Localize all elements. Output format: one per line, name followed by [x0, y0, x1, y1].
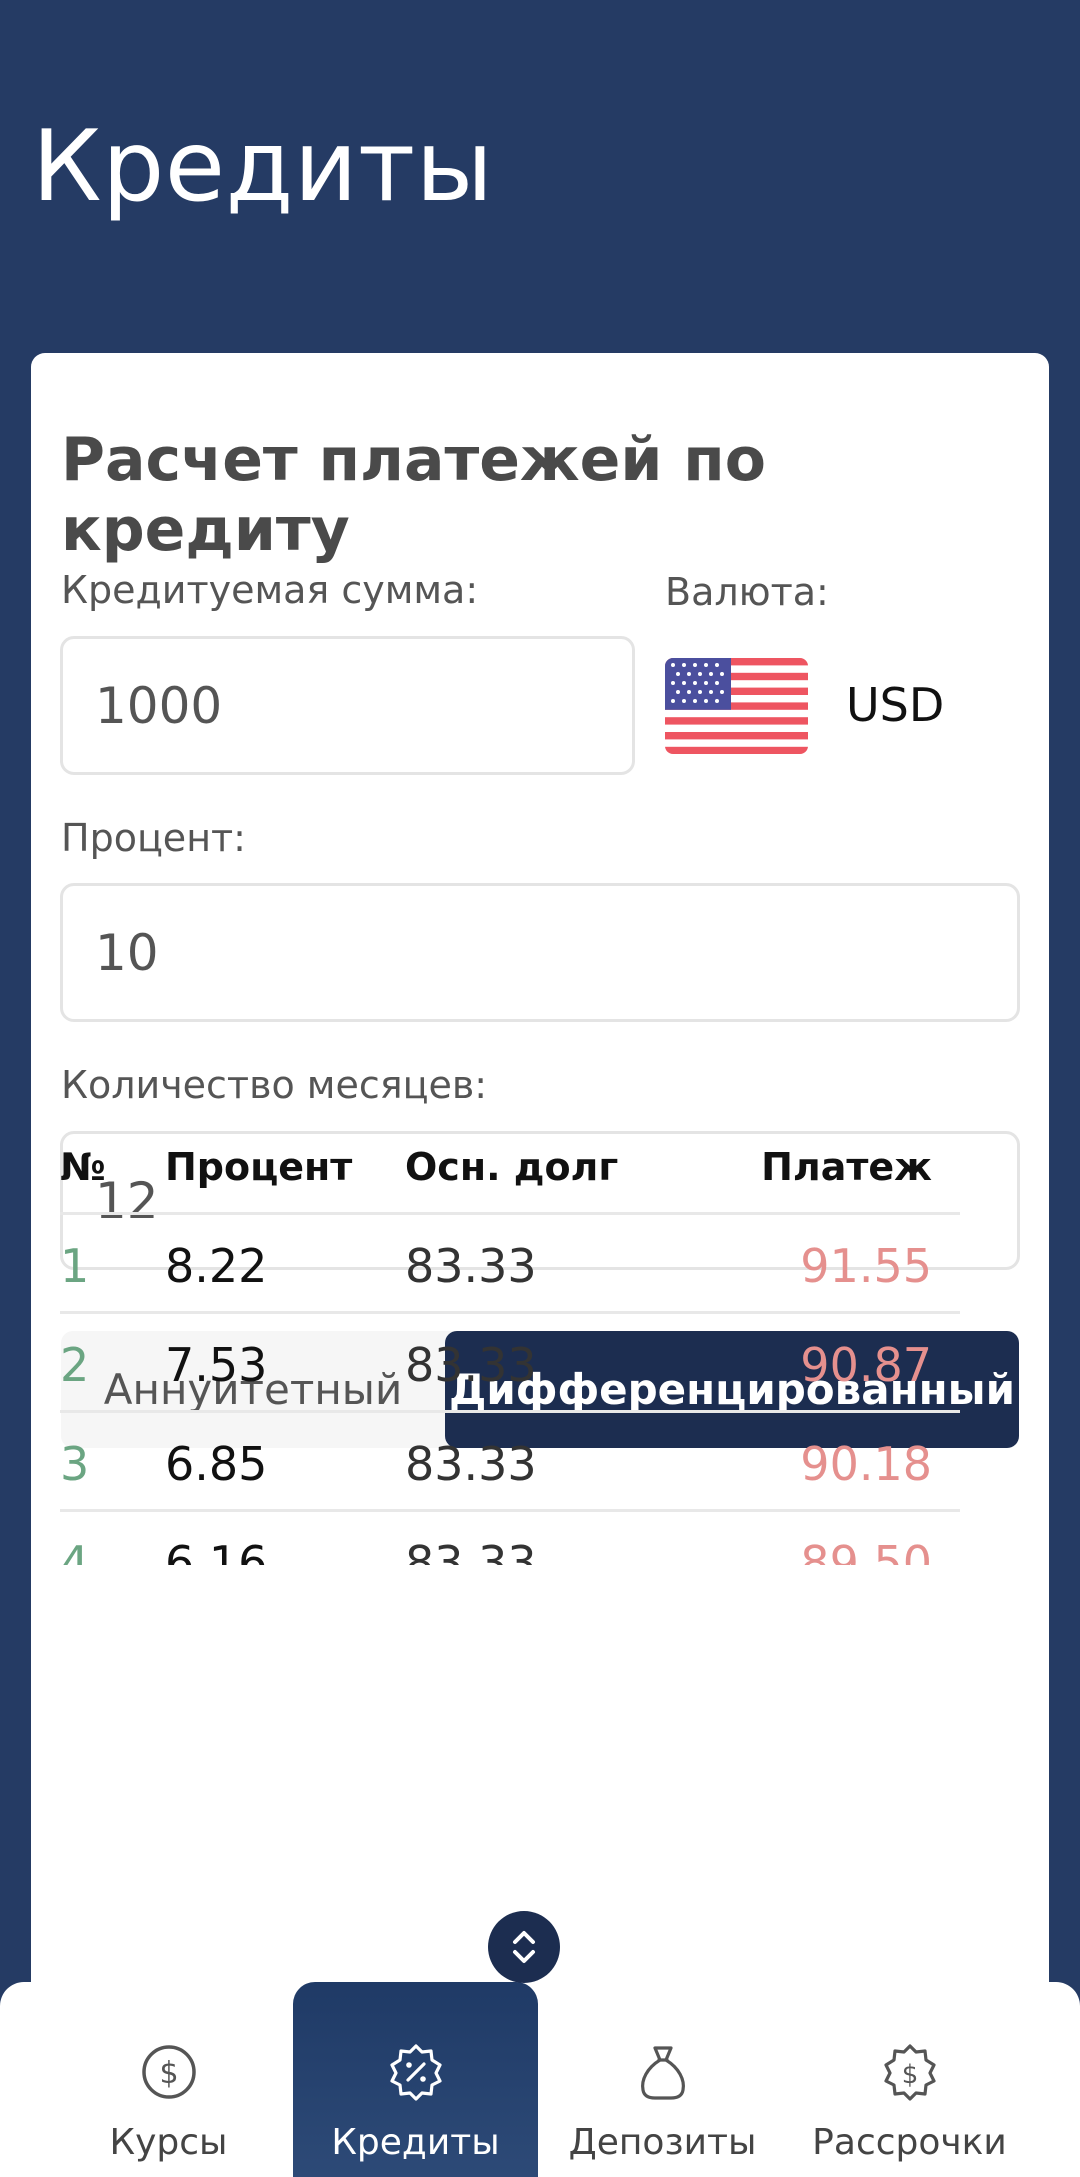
- col-debt-header: Осн. долг: [405, 1145, 619, 1189]
- row-percent: 7.53: [165, 1338, 268, 1392]
- nav-item-installments[interactable]: $ Рассрочки: [787, 1982, 1032, 2177]
- row-percent: 6.16: [165, 1536, 268, 1565]
- currency-label: Валюта:: [665, 570, 829, 614]
- col-number-header: №: [60, 1145, 106, 1189]
- dollar-badge-icon: $: [883, 2044, 936, 2101]
- row-number: 4: [60, 1536, 90, 1565]
- row-payment: 89.50: [800, 1536, 932, 1565]
- page-title: Кредиты: [32, 110, 494, 224]
- row-debt: 83.33: [405, 1437, 537, 1491]
- percent-badge-icon: [389, 2044, 442, 2101]
- row-debt: 83.33: [405, 1338, 537, 1392]
- table-row: 2 7.53 83.33 90.87: [60, 1314, 960, 1413]
- us-flag-icon[interactable]: [665, 658, 808, 754]
- nav-label: Курсы: [109, 2122, 228, 2163]
- row-percent: 8.22: [165, 1239, 268, 1293]
- percent-label: Процент:: [61, 816, 246, 860]
- nav-label: Депозиты: [568, 2122, 757, 2163]
- screen: Кредиты Расчет платежей по кредиту Креди…: [0, 0, 1080, 2177]
- row-number: 1: [60, 1239, 90, 1293]
- nav-item-rates[interactable]: $ Курсы: [46, 1982, 291, 2177]
- amount-label: Кредитуемая сумма:: [61, 568, 479, 612]
- col-percent-header: Процент: [165, 1145, 353, 1189]
- row-number: 3: [60, 1437, 90, 1491]
- chevron-up-down-icon: [513, 1931, 535, 1963]
- bottom-navigation: $ Курсы Кредиты Депозиты $ Рассрочки: [0, 1982, 1080, 2177]
- table-row: 3 6.85 83.33 90.18: [60, 1413, 960, 1512]
- money-bag-icon: [640, 2046, 685, 2100]
- nav-item-credits[interactable]: Кредиты: [293, 1982, 538, 2177]
- amount-input[interactable]: [60, 636, 635, 775]
- row-number: 2: [60, 1338, 90, 1392]
- row-payment: 90.18: [800, 1437, 932, 1491]
- row-payment: 91.55: [800, 1239, 932, 1293]
- nav-label: Кредиты: [331, 2122, 500, 2163]
- row-payment: 90.87: [800, 1338, 932, 1392]
- payment-schedule-table: № Процент Осн. долг Платеж 1 8.22 83.33 …: [60, 1135, 960, 1565]
- row-debt: 83.33: [405, 1536, 537, 1565]
- expand-collapse-button[interactable]: [488, 1911, 560, 1983]
- dollar-circle-icon: $: [141, 2045, 196, 2099]
- col-payment-header: Платеж: [761, 1145, 932, 1189]
- table-row: 1 8.22 83.33 91.55: [60, 1215, 960, 1314]
- nav-item-deposits[interactable]: Депозиты: [540, 1982, 785, 2177]
- row-debt: 83.33: [405, 1239, 537, 1293]
- svg-text:$: $: [901, 2060, 918, 2090]
- table-row: 4 6.16 83.33 89.50: [60, 1512, 960, 1565]
- months-label: Количество месяцев:: [61, 1063, 488, 1107]
- table-header: № Процент Осн. долг Платеж: [60, 1135, 960, 1215]
- row-percent: 6.85: [165, 1437, 268, 1491]
- card-title: Расчет платежей по кредиту: [61, 425, 766, 565]
- percent-input[interactable]: [60, 883, 1020, 1022]
- currency-code[interactable]: USD: [846, 678, 944, 732]
- svg-text:$: $: [159, 2056, 178, 2091]
- nav-label: Рассрочки: [812, 2122, 1007, 2163]
